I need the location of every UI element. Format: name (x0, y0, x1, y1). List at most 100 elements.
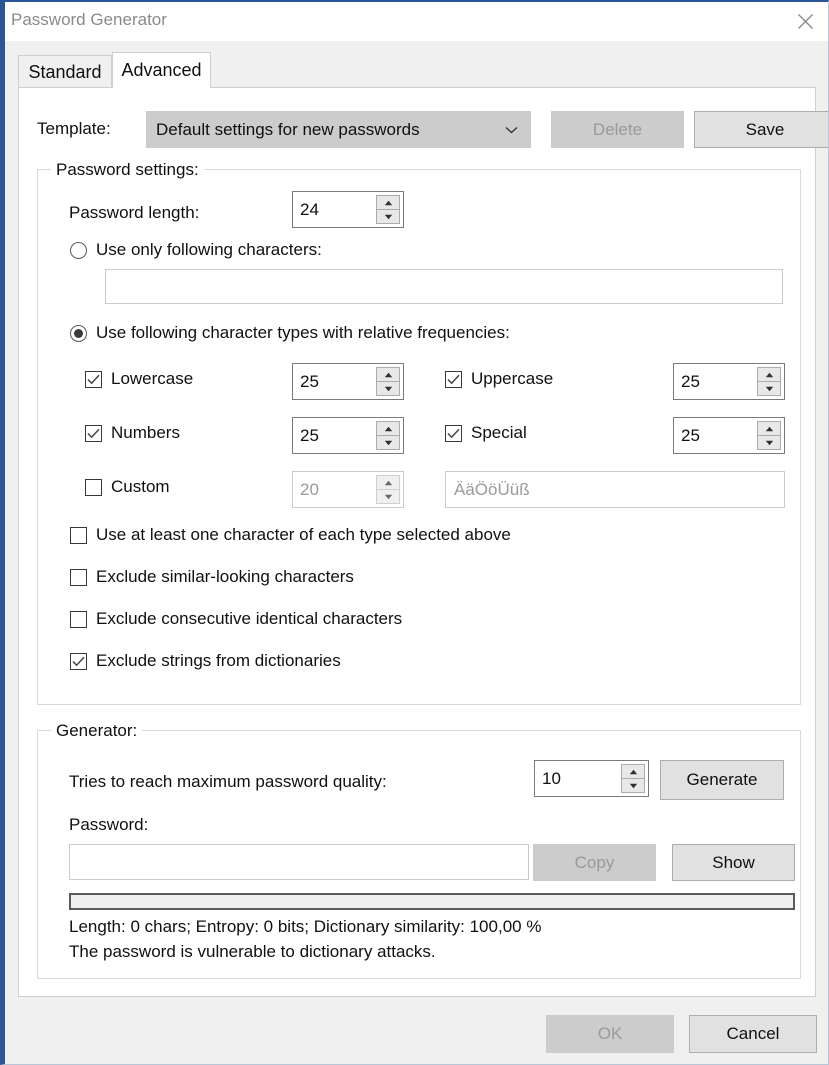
radio-unselected-icon (70, 241, 87, 259)
password-quality-bar (69, 893, 795, 910)
tab-strip: Standard Advanced (5, 41, 828, 88)
stepper-buttons (376, 195, 400, 224)
special-weight-value: 25 (681, 425, 700, 445)
checkbox-exclude-dictionaries-label: Exclude strings from dictionaries (96, 651, 341, 670)
tries-value: 10 (542, 768, 561, 788)
copy-button-label: Copy (574, 852, 615, 872)
checkbox-special[interactable]: Special (445, 423, 527, 443)
checkbox-exclude-similar[interactable]: Exclude similar-looking characters (70, 567, 354, 587)
checkbox-numbers[interactable]: Numbers (85, 423, 180, 443)
copy-button[interactable]: Copy (533, 844, 656, 881)
password-label: Password: (69, 815, 149, 834)
stepper-buttons (757, 421, 781, 450)
radio-use-only-characters-label: Use only following characters: (96, 240, 322, 259)
stepper-down-icon[interactable] (757, 382, 781, 396)
tab-advanced[interactable]: Advanced (112, 52, 211, 88)
custom-weight-stepper[interactable]: 20 (292, 471, 404, 508)
checkbox-uppercase-label: Uppercase (471, 369, 554, 388)
checkbox-numbers-label: Numbers (111, 423, 180, 442)
tries-label: Tries to reach maximum password quality: (69, 772, 387, 791)
checkbox-special-label: Special (471, 423, 527, 442)
show-button[interactable]: Show (672, 844, 795, 881)
password-length-stepper[interactable]: 24 (292, 191, 404, 228)
checkbox-exclude-similar-label: Exclude similar-looking characters (96, 567, 354, 586)
stepper-up-icon[interactable] (376, 421, 400, 436)
close-icon[interactable] (782, 2, 828, 40)
only-characters-input[interactable] (105, 269, 783, 304)
password-warning-line: The password is vulnerable to dictionary… (69, 942, 436, 961)
password-input[interactable] (69, 844, 529, 880)
stepper-up-icon[interactable] (757, 367, 781, 382)
stepper-buttons (757, 367, 781, 396)
tries-stepper[interactable]: 10 (534, 760, 649, 797)
template-dropdown[interactable]: Default settings for new passwords (146, 111, 531, 148)
title-bar: Password Generator (5, 2, 828, 41)
numbers-weight-value: 25 (300, 425, 319, 445)
custom-weight-value: 20 (300, 479, 319, 499)
password-settings-group: Password settings: Password length: 24 U… (37, 160, 801, 705)
special-weight-stepper[interactable]: 25 (673, 417, 785, 454)
cancel-button-label: Cancel (726, 1024, 780, 1043)
template-row: Template: Default settings for new passw… (37, 111, 828, 148)
checkbox-use-at-least-one-label: Use at least one character of each type … (96, 525, 511, 544)
checkbox-unchecked-icon (85, 478, 102, 496)
numbers-weight-stepper[interactable]: 25 (292, 417, 404, 454)
uppercase-weight-stepper[interactable]: 25 (673, 363, 785, 400)
show-button-label: Show (712, 852, 755, 872)
stepper-down-icon[interactable] (757, 436, 781, 450)
generate-button[interactable]: Generate (660, 760, 784, 800)
stepper-up-icon[interactable] (376, 195, 400, 210)
radio-use-only-characters[interactable]: Use only following characters: (70, 240, 322, 260)
stepper-buttons (376, 475, 400, 504)
password-stats-line: Length: 0 chars; Entropy: 0 bits; Dictio… (69, 917, 542, 936)
stepper-up-icon[interactable] (621, 764, 645, 779)
stepper-up-icon[interactable] (376, 367, 400, 382)
generator-group: Generator: Tries to reach maximum passwo… (37, 721, 801, 979)
password-settings-title: Password settings: (51, 160, 204, 180)
dialog-footer: OK Cancel (5, 997, 828, 1064)
password-length-value: 24 (300, 199, 319, 219)
tab-standard-label: Standard (28, 61, 102, 82)
save-template-button[interactable]: Save (694, 111, 828, 148)
ok-button[interactable]: OK (546, 1015, 674, 1053)
radio-selected-icon (70, 324, 87, 342)
radio-character-types[interactable]: Use following character types with relat… (70, 323, 510, 343)
stepper-down-icon[interactable] (376, 210, 400, 224)
delete-template-label: Delete (592, 119, 643, 139)
radio-character-types-label: Use following character types with relat… (96, 323, 510, 342)
stepper-down-icon[interactable] (376, 436, 400, 450)
checkbox-custom[interactable]: Custom (85, 477, 170, 497)
checkbox-custom-label: Custom (111, 477, 170, 496)
password-generator-window: Password Generator Standard Advanced Tem… (0, 0, 829, 1065)
cancel-button[interactable]: Cancel (689, 1015, 817, 1053)
stepper-buttons (621, 764, 645, 793)
custom-characters-input[interactable]: ÄäÖöÜüß (445, 471, 785, 508)
lowercase-weight-value: 25 (300, 371, 319, 391)
generator-title: Generator: (51, 721, 143, 741)
tab-standard[interactable]: Standard (18, 55, 112, 88)
checkbox-exclude-consecutive[interactable]: Exclude consecutive identical characters (70, 609, 402, 629)
checkbox-unchecked-icon (70, 526, 87, 544)
tab-advanced-label: Advanced (121, 60, 202, 80)
chevron-down-icon (505, 121, 518, 139)
stepper-up-icon[interactable] (757, 421, 781, 436)
save-template-label: Save (745, 119, 785, 139)
checkbox-exclude-dictionaries[interactable]: Exclude strings from dictionaries (70, 651, 341, 671)
checkbox-unchecked-icon (70, 610, 87, 628)
stepper-down-icon[interactable] (376, 490, 400, 504)
password-length-label: Password length: (69, 203, 200, 222)
checkbox-checked-icon (85, 424, 102, 442)
lowercase-weight-stepper[interactable]: 25 (292, 363, 404, 400)
template-label: Template: (37, 119, 111, 138)
checkbox-use-at-least-one[interactable]: Use at least one character of each type … (70, 525, 511, 545)
checkbox-checked-icon (85, 370, 102, 388)
stepper-down-icon[interactable] (376, 382, 400, 396)
checkbox-unchecked-icon (70, 568, 87, 586)
delete-template-button[interactable]: Delete (551, 111, 684, 148)
generate-button-label: Generate (686, 770, 758, 789)
checkbox-lowercase[interactable]: Lowercase (85, 369, 193, 389)
checkbox-uppercase[interactable]: Uppercase (445, 369, 553, 389)
stepper-down-icon[interactable] (621, 779, 645, 793)
ok-button-label: OK (597, 1024, 623, 1043)
stepper-up-icon[interactable] (376, 475, 400, 490)
